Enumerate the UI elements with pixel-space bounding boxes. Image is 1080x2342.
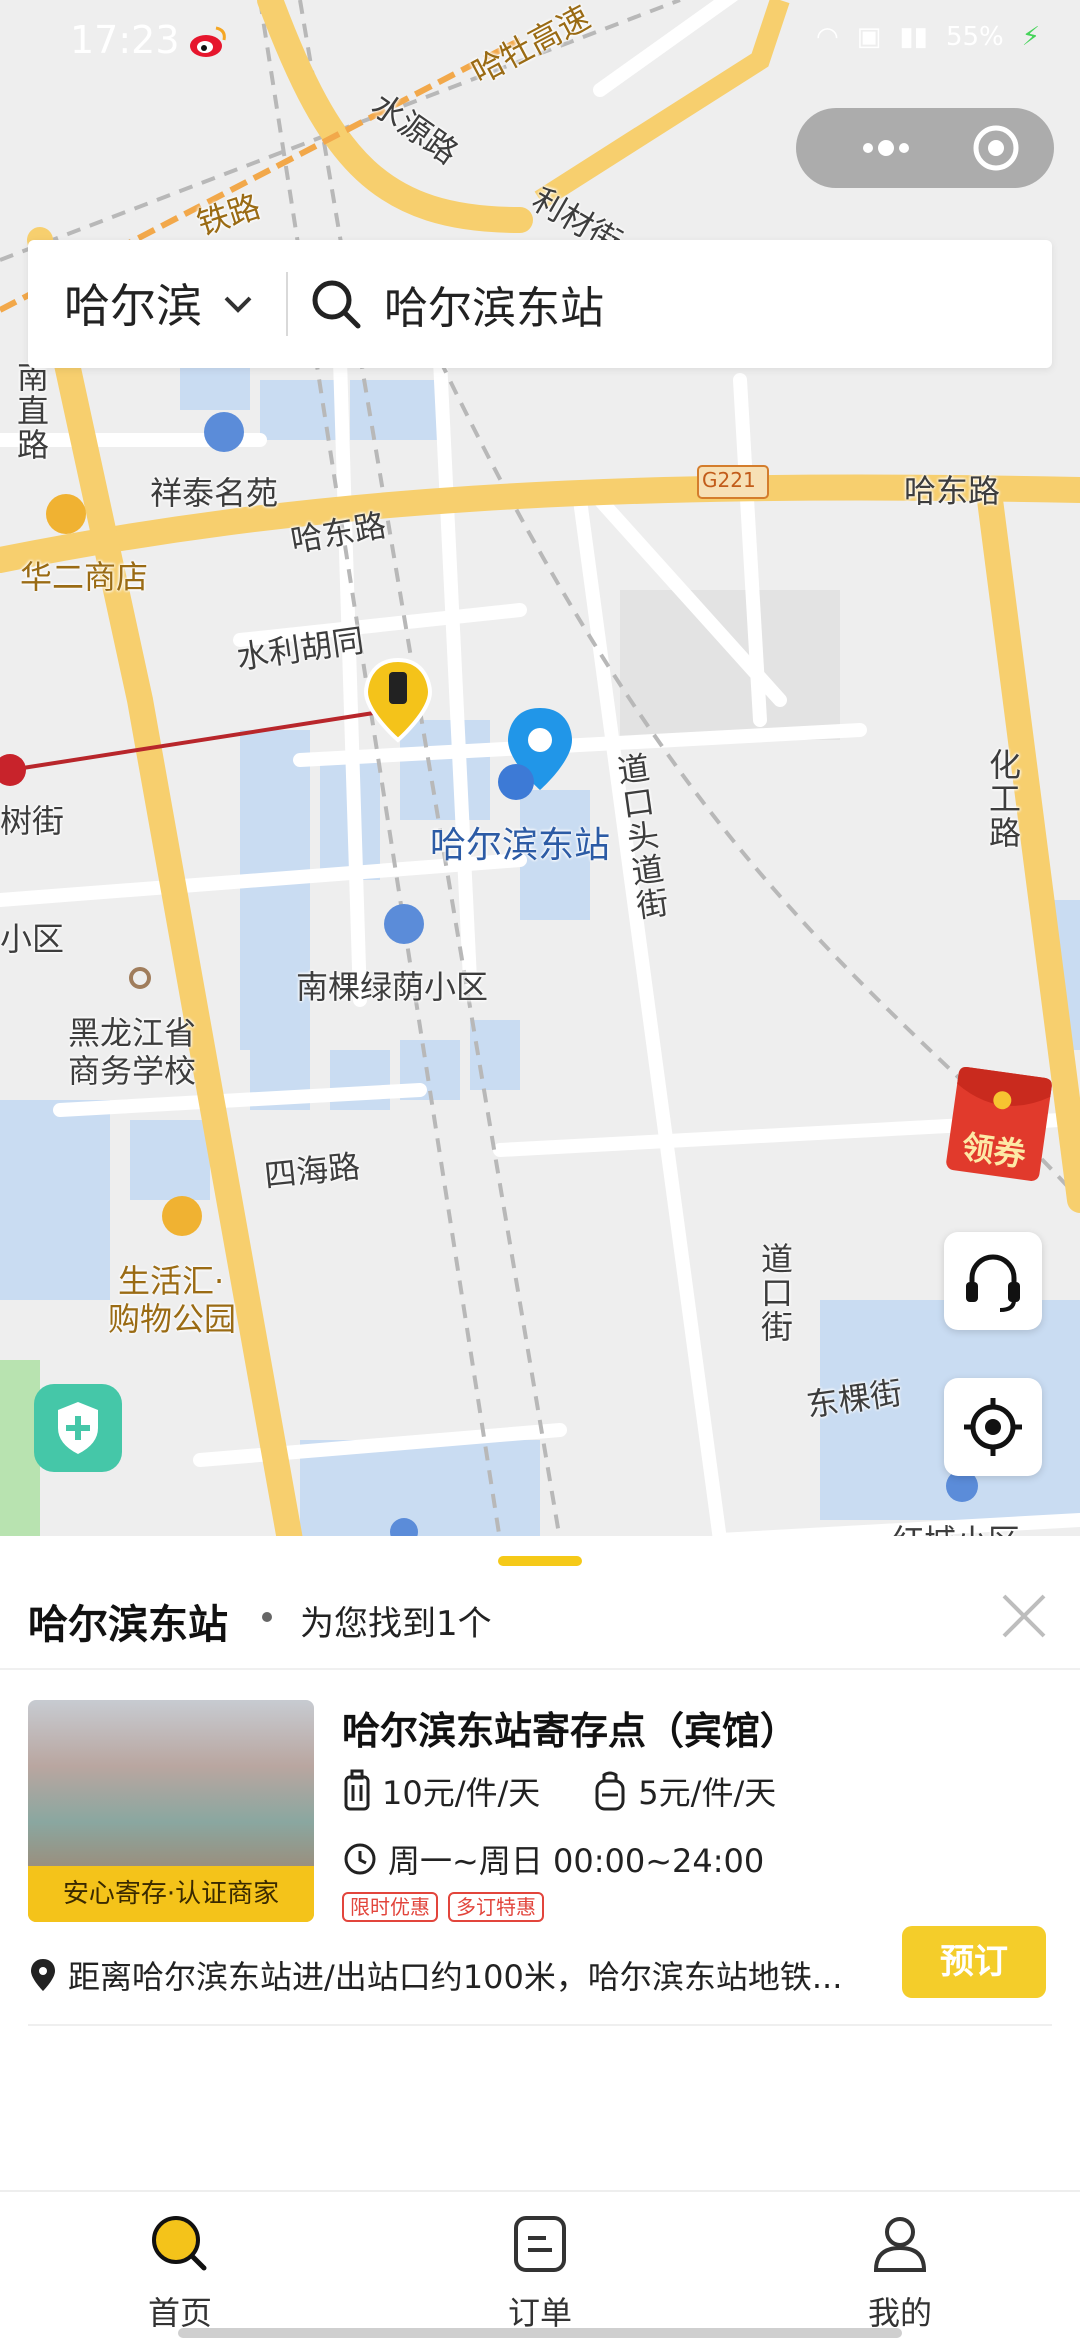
search-icon [312, 280, 361, 329]
customer-service-button[interactable] [944, 1232, 1042, 1330]
search-bar: 哈尔滨 哈尔滨东站 [28, 240, 1052, 368]
promo-tag: 多订特惠 [448, 1892, 544, 1922]
status-time: 17:23 [70, 18, 180, 62]
map-label-shu-street: 树街 [0, 802, 65, 840]
shop-address: 距离哈尔滨东站进/出站口约100米，哈尔滨东站地铁... [68, 1958, 843, 1996]
more-menu-button[interactable] [836, 108, 936, 188]
headset-icon [966, 1254, 1020, 1312]
weibo-icon [190, 26, 226, 57]
results-sheet: 哈尔滨东站 为您找到1个 安心寄存·认证商家 哈尔滨东站寄存点（宾馆） 10元/… [0, 1536, 1080, 2190]
verified-badge: 安心寄存·认证商家 [28, 1866, 314, 1922]
tab-profile[interactable]: 我的 [800, 2192, 1000, 2342]
backpack-icon [595, 1771, 625, 1811]
map-view[interactable]: 哈牡高速 铁路 水源路 利材街 南直路 祥泰名苑 哈东路 哈东路 G221 华二… [0, 0, 1080, 1540]
price-bag: 5元/件/天 [638, 1774, 777, 1812]
promo-tags: 限时优惠 多订特惠 [342, 1892, 544, 1922]
clock-icon [344, 1843, 376, 1875]
signal-icon: ▮▮ [899, 22, 928, 52]
map-label-business-school: 商务学校 [68, 1052, 197, 1090]
map-label-g221: G221 [702, 468, 756, 492]
charging-icon: ⚡ [1021, 22, 1040, 52]
status-icons: ◠ ▣ ▮▮ 55% ⚡ [816, 22, 1040, 52]
close-miniprogram-button[interactable] [946, 108, 1046, 188]
map-label-daokou: 道口街 [756, 1242, 794, 1344]
home-indicator [178, 2328, 902, 2338]
separator-dot [262, 1612, 272, 1622]
shop-name: 哈尔滨东站寄存点（宾馆） [342, 1709, 799, 1753]
map-label-hadong-right: 哈东路 [904, 472, 1001, 510]
price-luggage: 10元/件/天 [382, 1774, 541, 1812]
crosshair-icon [964, 1398, 1022, 1456]
locate-button[interactable] [944, 1378, 1042, 1476]
home-search-icon [152, 2216, 207, 2271]
book-button[interactable]: 预订 [902, 1926, 1046, 1998]
price-row: 10元/件/天 5元/件/天 [342, 1768, 776, 1814]
search-divider [286, 272, 288, 336]
location-marker-icon [31, 1959, 55, 1991]
tab-home[interactable]: 首页 [80, 2192, 280, 2342]
chevron-down-icon[interactable] [218, 284, 258, 324]
shield-plus-icon [58, 1402, 98, 1454]
storage-card[interactable]: 安心寄存·认证商家 哈尔滨东站寄存点（宾馆） 10元/件/天 5元/件/天 周一… [0, 1686, 1080, 2026]
result-count: 为您找到1个 [300, 1604, 492, 1644]
tab-bar: 首页 订单 我的 [0, 2190, 1080, 2342]
map-label-nanke: 南棵绿荫小区 [296, 968, 489, 1006]
divider [28, 2024, 1052, 2026]
divider [0, 1668, 1080, 1670]
map-label-huaer: 华二商店 [20, 558, 149, 596]
sheet-handle[interactable] [498, 1556, 582, 1566]
map-label-xiaoqu: 小区 [0, 920, 65, 958]
person-icon [873, 2217, 927, 2272]
miniprogram-capsule [796, 108, 1054, 188]
tab-orders[interactable]: 订单 [440, 2192, 640, 2342]
target-close-icon [973, 125, 1019, 171]
more-dots-icon [863, 140, 909, 156]
map-label-huagong: 化工路 [984, 748, 1022, 850]
opening-hours: 周一~周日 00:00~24:00 [388, 1842, 765, 1880]
close-icon[interactable] [996, 1588, 1052, 1644]
address-row: 距离哈尔滨东站进/出站口约100米，哈尔滨东站地铁... [28, 1952, 868, 1998]
status-bar: 17:23 ◠ ▣ ▮▮ 55% ⚡ [0, 0, 1080, 84]
safety-shield-button[interactable] [34, 1384, 122, 1472]
battery-level: 55% [945, 22, 1004, 52]
coupon-label: 领券 [959, 1127, 1029, 1175]
search-input[interactable]: 哈尔滨东站 [384, 272, 604, 336]
map-label-park: 购物公园 [108, 1300, 237, 1338]
order-list-icon [514, 2216, 566, 2272]
coupon-button[interactable]: 领券 [944, 1064, 1054, 1184]
wifi-icon: ◠ [816, 22, 839, 52]
hd-icon: ▣ [856, 22, 882, 52]
map-label-nanzhi: 南直路 [12, 360, 50, 462]
luggage-icon [344, 1769, 370, 1811]
map-label-station: 哈尔滨东站 [430, 825, 611, 866]
city-selector[interactable]: 哈尔滨 [64, 270, 202, 336]
sheet-title: 哈尔滨东站 [28, 1602, 228, 1648]
hours-row: 周一~周日 00:00~24:00 [342, 1836, 764, 1882]
promo-tag: 限时优惠 [342, 1892, 438, 1922]
map-label-xiangtai: 祥泰名苑 [150, 474, 279, 512]
shop-thumbnail: 安心寄存·认证商家 [28, 1700, 314, 1922]
